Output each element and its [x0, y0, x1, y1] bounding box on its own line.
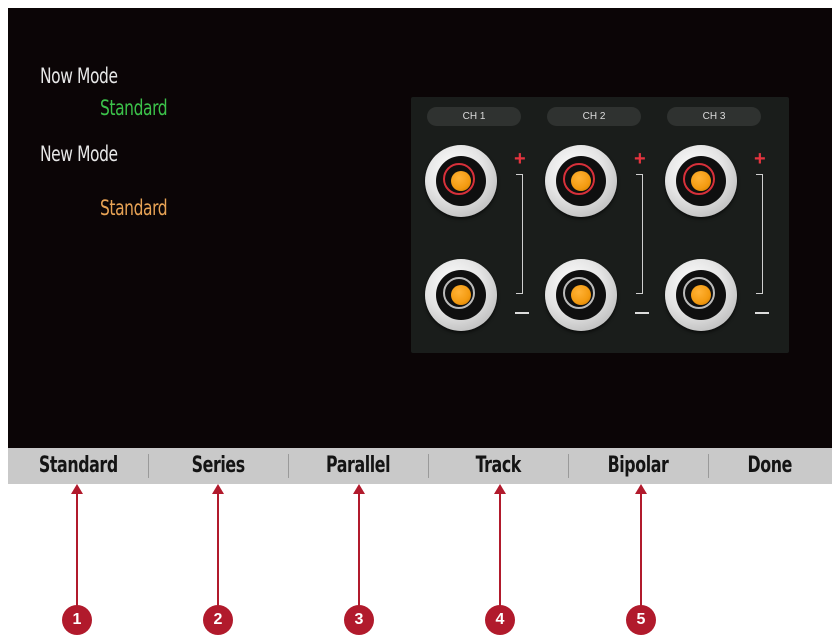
new-mode-label: New Mode — [40, 142, 118, 166]
channel-tab-2: CH 2 — [547, 107, 641, 126]
ch2-positive-terminal-icon — [545, 145, 617, 217]
now-mode-value: Standard — [100, 96, 168, 120]
ch2-minus-sign — [635, 312, 649, 314]
ch1-positive-terminal-icon — [425, 145, 497, 217]
channel-tab-1: CH 1 — [427, 107, 521, 126]
softkey-bipolar[interactable]: Bipolar — [568, 448, 708, 484]
ch2-connection-line — [636, 174, 643, 294]
callout-badge-1: 1 — [62, 605, 92, 635]
channel-terminal-diagram: CH 1 CH 2 CH 3 + + + — [411, 97, 789, 353]
callout-badge-4: 4 — [485, 605, 515, 635]
softkey-track[interactable]: Track — [428, 448, 568, 484]
softkey-standard[interactable]: Standard — [8, 448, 148, 484]
ch3-negative-terminal-icon — [665, 259, 737, 331]
softkey-bar: Standard Series Parallel Track Bipolar D… — [8, 448, 832, 484]
ch1-minus-sign — [515, 312, 529, 314]
ch3-connection-line — [756, 174, 763, 294]
channel-tab-3: CH 3 — [667, 107, 761, 126]
callout-arrow-2 — [217, 492, 219, 606]
callout-arrow-5 — [640, 492, 642, 606]
callout-arrow-3 — [358, 492, 360, 606]
ch3-plus-sign: + — [754, 148, 766, 170]
softkey-series[interactable]: Series — [148, 448, 288, 484]
now-mode-label: Now Mode — [40, 64, 118, 88]
callout-badge-3: 3 — [344, 605, 374, 635]
ch1-plus-sign: + — [514, 148, 526, 170]
new-mode-value: Standard — [100, 196, 168, 220]
callout-badge-2: 2 — [203, 605, 233, 635]
callout-arrow-4 — [499, 492, 501, 606]
callout-badge-5: 5 — [626, 605, 656, 635]
ch1-negative-terminal-icon — [425, 259, 497, 331]
softkey-done[interactable]: Done — [708, 448, 832, 484]
callout-arrow-1 — [76, 492, 78, 606]
ch1-connection-line — [516, 174, 523, 294]
ch3-minus-sign — [755, 312, 769, 314]
ch3-positive-terminal-icon — [665, 145, 737, 217]
ch2-negative-terminal-icon — [545, 259, 617, 331]
ch2-plus-sign: + — [634, 148, 646, 170]
display-screen: Now Mode Standard New Mode Standard CH 1… — [8, 8, 832, 454]
softkey-parallel[interactable]: Parallel — [288, 448, 428, 484]
